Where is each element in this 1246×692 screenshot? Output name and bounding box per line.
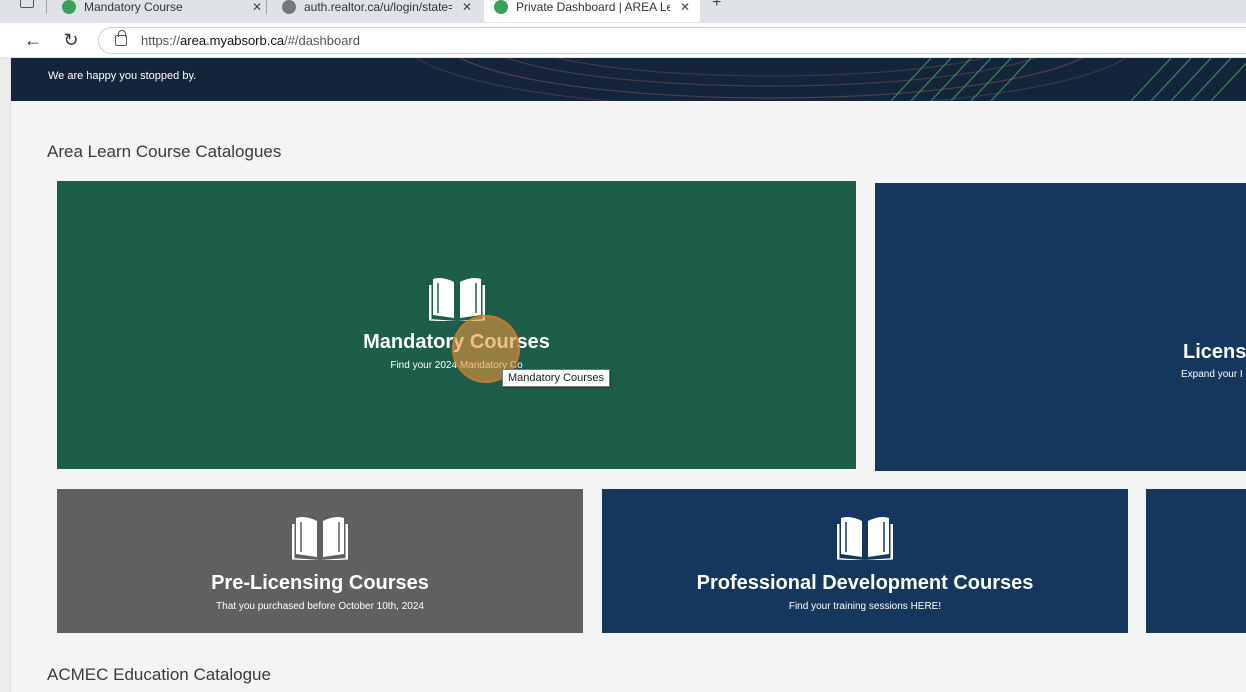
tile-pre-licensing-courses[interactable]: Pre-Licensing Courses That you purchased… [57,489,583,633]
tile-subtitle: That you purchased before October 10th, … [216,601,424,612]
tile-subtitle: Expand your I [1181,369,1243,380]
tab-title: Private Dashboard | AREA Learn [516,0,670,14]
back-button[interactable]: ← [22,29,44,51]
welcome-subtitle: We are happy you stopped by. [48,70,197,82]
globe-icon [282,0,296,14]
tab-private-dashboard[interactable]: Private Dashboard | AREA Learn ✕ [484,0,700,22]
tile-subtitle: Find your training sessions HERE! [788,601,942,612]
tile-title: Licensi [1183,341,1246,363]
url-host: area.myabsorb.ca [180,33,285,48]
address-bar[interactable]: https://area.myabsorb.ca/#/dashboard [98,27,1246,54]
favicon-icon [62,0,76,14]
open-book-icon [837,517,893,560]
close-icon[interactable]: ✕ [252,0,262,14]
browser-tab-strip: Mandatory Course ✕ auth.realtor.ca/u/log… [0,0,1246,23]
tile-professional-development-courses[interactable]: Professional Development Courses Find yo… [602,489,1128,633]
browser-toolbar: ← ↻ https://area.myabsorb.ca/#/dashboard [0,23,1246,58]
open-book-icon [428,278,485,321]
close-icon[interactable]: ✕ [680,0,690,14]
tile-licensing-courses[interactable]: Licensi Expand your I [875,183,1246,471]
new-tab-button[interactable]: + [712,0,721,12]
tooltip: Mandatory Courses [502,369,610,387]
page-content: We are happy you stopped by. Area Learn … [0,58,1246,692]
tile-mandatory-courses[interactable]: Mandatory Courses Find your 2024 Mandato… [57,181,856,469]
welcome-banner: We are happy you stopped by. [11,58,1246,101]
lock-icon[interactable] [115,30,127,46]
url-scheme: https:// [141,33,181,48]
catalogue-section-title: Area Learn Course Catalogues [47,142,282,161]
tab-separator [46,0,47,14]
tab-title: Mandatory Course [84,0,183,14]
tab-auth-login[interactable]: auth.realtor.ca/u/login/state=hKFo ✕ [272,0,482,22]
favicon-icon [494,0,508,14]
tab-title: auth.realtor.ca/u/login/state=hKFo [304,0,452,14]
open-book-icon [292,517,348,560]
left-sidebar-edge [0,58,11,692]
tile-partial[interactable] [1146,489,1246,633]
tab-separator [266,0,267,14]
banner-decoration [415,58,1246,101]
tile-title: Pre-Licensing Courses [211,572,429,594]
tab-mandatory-course[interactable]: Mandatory Course ✕ [52,0,272,22]
tile-title: Professional Development Courses [696,572,1034,594]
close-icon[interactable]: ✕ [462,0,472,14]
reload-button[interactable]: ↻ [60,29,82,51]
url-path: /#/dashboard [284,33,360,48]
tab-actions-icon[interactable] [20,0,34,8]
acmec-section-title: ACMEC Education Catalogue [47,665,271,684]
